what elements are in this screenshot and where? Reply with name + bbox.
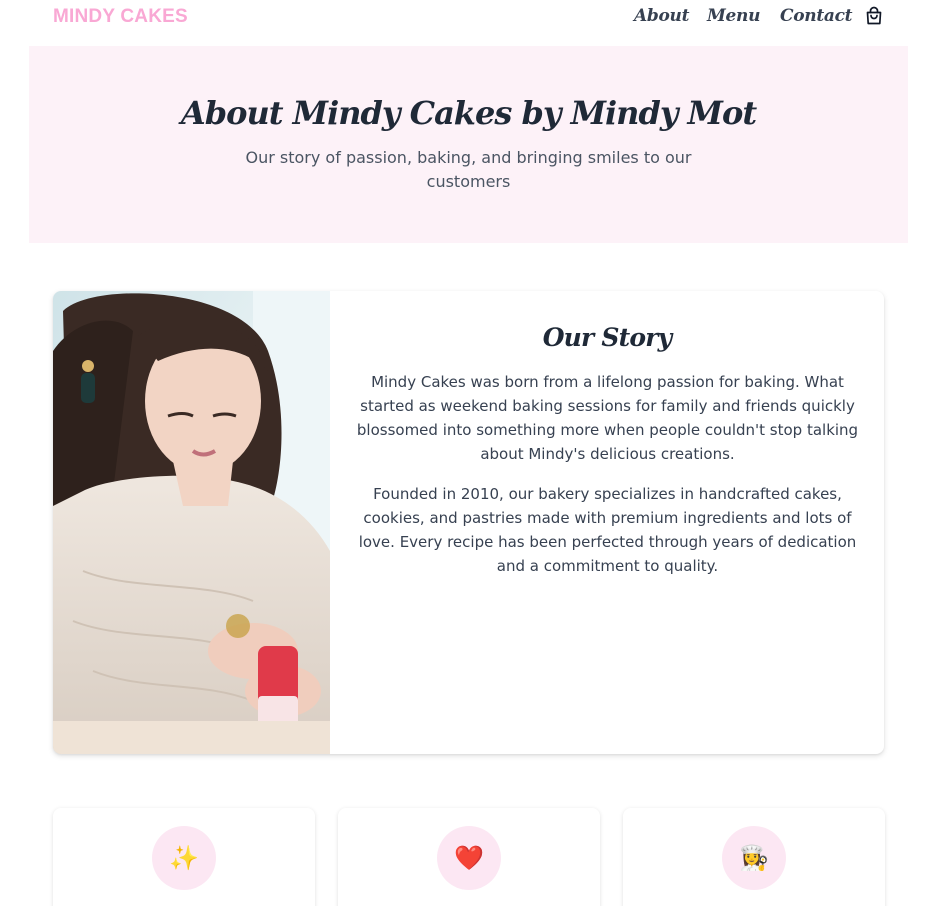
story-paragraph: Mindy Cakes was born from a lifelong pas… <box>356 373 859 463</box>
shopping-bag-icon[interactable] <box>864 6 884 26</box>
site-header: MINDY CAKES About Menu Contact <box>0 0 939 46</box>
feature-card: ✨ <box>53 808 315 906</box>
nav-contact-link[interactable]: Contact <box>780 6 853 26</box>
feature-card: 👩‍🍳 <box>623 808 885 906</box>
story-title: Our Story <box>542 323 672 352</box>
hero-banner: About Mindy Cakes by Mindy Mot Our story… <box>29 46 908 243</box>
nav-menu-link[interactable]: Menu <box>707 6 760 26</box>
page-title: About Mindy Cakes by Mindy Mot <box>180 94 757 132</box>
feature-card: ❤️ <box>338 808 600 906</box>
story-paragraph: Founded in 2010, our bakery specializes … <box>358 485 857 575</box>
sparkles-icon: ✨ <box>152 826 216 890</box>
baker-icon: 👩‍🍳 <box>722 826 786 890</box>
heart-icon: ❤️ <box>437 826 501 890</box>
story-card: Our Story Mindy Cakes was born from a li… <box>53 291 884 754</box>
brand-logo[interactable]: MINDY CAKES <box>53 6 188 28</box>
mindy-photo <box>53 291 330 754</box>
nav-about-link[interactable]: About <box>634 6 689 26</box>
hero-subtitle: Our story of passion, baking, and bringi… <box>245 148 692 191</box>
